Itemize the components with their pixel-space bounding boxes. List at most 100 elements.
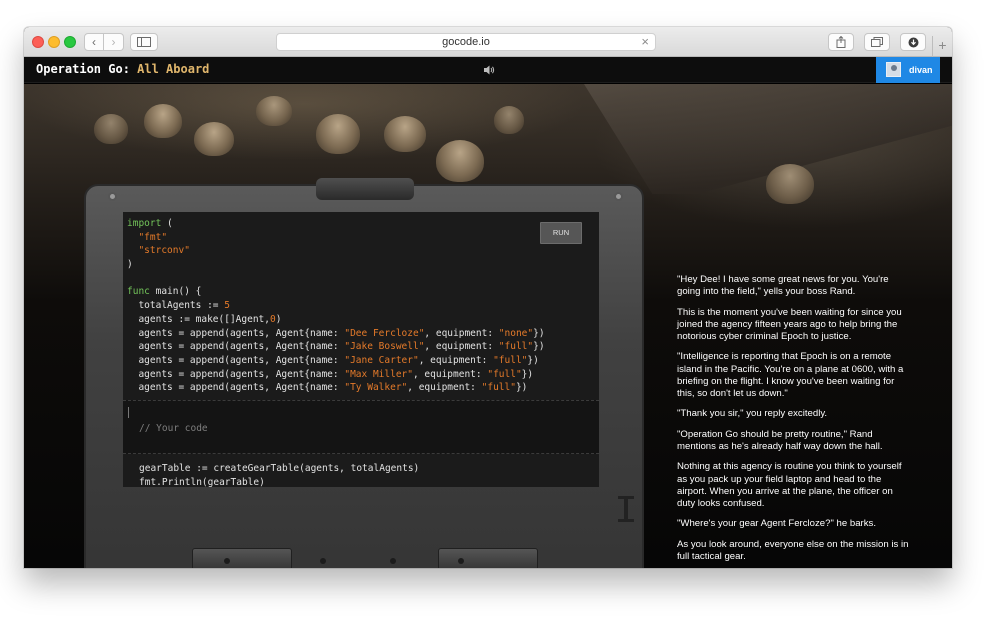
sidebar-icon <box>137 37 151 47</box>
run-button[interactable]: RUN <box>540 222 582 244</box>
username: divan <box>909 65 933 75</box>
chevron-left-icon: ‹ <box>92 35 96 49</box>
code-token: "none" <box>498 327 534 339</box>
code-token: ) <box>127 259 133 271</box>
text-caret <box>128 407 129 418</box>
code-token: main() { <box>149 286 202 298</box>
game-header: Operation Go: All Aboard divan <box>24 57 952 83</box>
user-menu-button[interactable]: divan <box>876 57 940 83</box>
downloads-button[interactable] <box>900 33 926 51</box>
laptop-hinge <box>438 548 538 568</box>
code-token: import <box>127 218 162 229</box>
brand-name: Operation Go: <box>36 62 130 76</box>
url-text: gocode.io <box>442 36 490 48</box>
code-line: agents = append(agents, Agent{name: "Dee… <box>127 327 545 341</box>
story-paragraph: "Intelligence is reporting that Epoch is… <box>677 351 904 399</box>
minimize-window-button[interactable] <box>48 36 60 48</box>
show-tabs-button[interactable] <box>864 33 890 51</box>
forward-button[interactable]: › <box>104 33 124 51</box>
laptop-rivet <box>320 558 326 564</box>
story-paragraph: "Where's your gear Agent Fercloze?" he b… <box>677 518 877 530</box>
code-token: }) <box>515 382 528 394</box>
code-token: }) <box>521 368 534 380</box>
laptop-rivet <box>390 558 396 564</box>
download-icon <box>908 37 918 48</box>
soldier-figure <box>144 104 182 138</box>
address-bar[interactable]: gocode.io × <box>276 33 656 51</box>
close-window-button[interactable] <box>32 36 44 48</box>
tabs-icon <box>871 37 883 47</box>
code-token: , equipment: <box>407 382 482 394</box>
story-paragraph: "Operation Go should be pretty routine,"… <box>677 428 883 452</box>
code-token: "Ty Walker" <box>344 382 408 394</box>
stop-loading-icon[interactable]: × <box>641 34 649 50</box>
story-paragraph: This is the moment you've been waiting f… <box>677 306 902 342</box>
code-token: agents = append(agents, Agent{name: <box>127 368 345 380</box>
chevron-right-icon: › <box>111 35 116 49</box>
game-scene: import ( "fmt" "strconv") func main() { t… <box>24 84 952 568</box>
back-button[interactable]: ‹ <box>84 33 104 51</box>
code-line: agents = append(agents, Agent{name: "Ty … <box>127 381 545 395</box>
code-line: agents := make([]Agent,0) <box>127 313 545 327</box>
soldier-figure <box>766 164 814 204</box>
code-input-area[interactable]: // Your code <box>123 400 599 454</box>
code-editor[interactable]: import ( "fmt" "strconv") func main() { t… <box>123 212 599 487</box>
code-token: }) <box>527 354 539 366</box>
code-token: 5 <box>224 300 230 312</box>
code-line: agents = append(agents, Agent{name: "Jak… <box>127 340 545 354</box>
code-token: , equipment: <box>424 327 499 339</box>
share-icon <box>836 35 846 48</box>
code-token: }) <box>533 341 545 353</box>
code-token: , equipment: <box>424 341 499 353</box>
code-token: , equipment: <box>418 354 494 366</box>
code-line: "fmt" <box>127 231 545 245</box>
soldier-figure <box>316 114 360 154</box>
laptop-screw <box>614 192 623 201</box>
story-paragraph: Nothing at this agency is routine you th… <box>677 461 902 509</box>
code-token: "strconv" <box>138 245 190 257</box>
code-token: "fmt" <box>138 231 168 243</box>
speaker-icon[interactable] <box>484 65 495 75</box>
code-line: agents = append(agents, Agent{name: "Jan… <box>127 354 545 368</box>
code-token: ) <box>275 313 282 325</box>
new-tab-button[interactable]: + <box>932 36 952 57</box>
field-laptop: import ( "fmt" "strconv") func main() { t… <box>84 178 644 568</box>
laptop-handle <box>316 178 414 200</box>
code-line: ) <box>127 258 545 272</box>
code-token: "full" <box>498 341 534 353</box>
story-paragraph: "Hey Dee! I have some great news for you… <box>677 274 889 298</box>
soldier-figure <box>256 96 292 126</box>
code-token: totalAgents := <box>127 300 225 312</box>
code-line: agents = append(agents, Agent{name: "Max… <box>127 368 545 382</box>
laptop-vent <box>618 496 634 522</box>
code-token: agents = append(agents, Agent{name: <box>127 382 345 394</box>
sidebar-toggle-button[interactable] <box>130 33 158 51</box>
code-token: agents = append(agents, Agent{name: <box>127 354 345 366</box>
code-token: "Jane Carter" <box>344 354 419 366</box>
code-token: func <box>127 286 150 298</box>
story-panel: "Hey Dee! I have some great news for you… <box>677 274 909 568</box>
code-token: "Dee Fercloze" <box>344 327 425 339</box>
code-placeholder-comment: // Your code <box>139 423 208 434</box>
code-token: "Jake Boswell" <box>344 341 425 353</box>
code-line: "strconv" <box>127 244 545 258</box>
code-line: import ( <box>127 217 545 231</box>
code-token: agents = append(agents, Agent{name: <box>127 327 345 339</box>
laptop-rivet <box>458 558 464 564</box>
soldier-figure <box>384 116 426 152</box>
story-paragraph: As you look around, everyone else on the… <box>677 538 909 562</box>
share-button[interactable] <box>828 33 854 51</box>
code-token: }) <box>533 327 545 339</box>
chapter-name: All Aboard <box>137 62 210 76</box>
code-line: totalAgents := 5 <box>127 299 545 313</box>
code-token: ( <box>161 218 173 229</box>
laptop-screw <box>108 192 117 201</box>
code-line: fmt.Println(gearTable) <box>139 476 265 487</box>
laptop-hinge <box>192 548 292 568</box>
zoom-window-button[interactable] <box>64 36 76 48</box>
soldier-figure <box>494 106 524 134</box>
code-token: "full" <box>493 354 528 366</box>
